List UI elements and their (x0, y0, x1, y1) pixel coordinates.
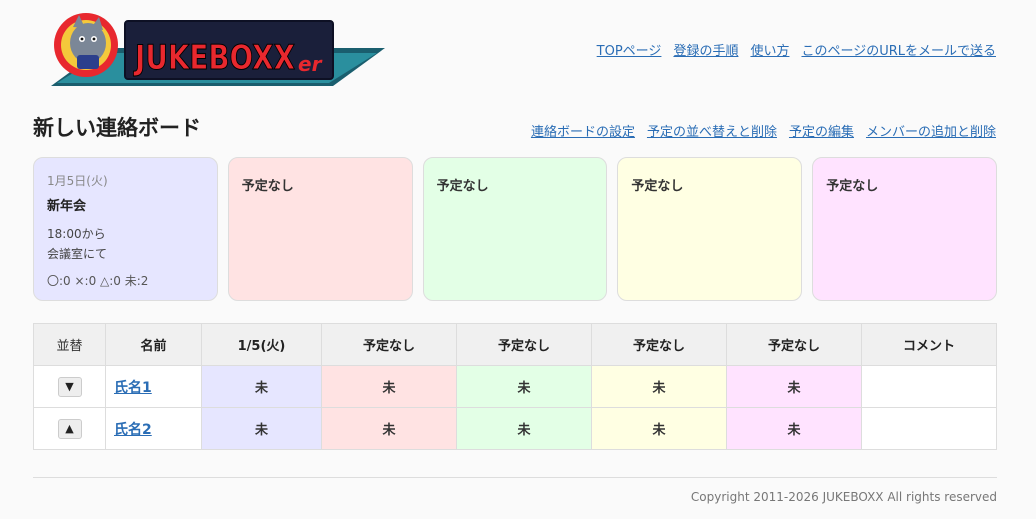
attendance-cell[interactable]: 未 (726, 407, 862, 450)
event-card-3[interactable]: 予定なし (422, 157, 608, 301)
event-detail: 18:00から 会議室にて (47, 224, 204, 264)
attendance-table: 並替 名前 1/5(火) 予定なし 予定なし 予定なし 予定なし コメント ▼ … (33, 323, 997, 450)
attendance-cell[interactable]: 未 (201, 407, 322, 450)
logo-text: JUKEBOXX (133, 38, 295, 78)
header-event-2: 予定なし (321, 323, 457, 366)
edit-events-link[interactable]: 予定の編集 (789, 121, 854, 140)
logo-suffix: er (298, 52, 323, 76)
copyright: Copyright 2011-2026 JUKEBOXX All rights … (690, 490, 997, 504)
attendance-cell[interactable]: 未 (201, 365, 322, 408)
attendance-cell[interactable]: 未 (456, 365, 592, 408)
header-event-4: 予定なし (591, 323, 727, 366)
comment-cell[interactable] (861, 407, 997, 450)
name-cell: 氏名2 (105, 407, 202, 450)
event-date: 1月5日(火) (47, 174, 108, 188)
nav-top-link[interactable]: TOPページ (597, 40, 662, 59)
event-card-5[interactable]: 予定なし (812, 157, 997, 301)
nav-how-to-use-link[interactable]: 使い方 (750, 40, 789, 59)
event-title: 新年会 (47, 199, 87, 214)
event-cards: 1月5日(火) 新年会 18:00から 会議室にて 〇:0 ×:0 △:0 未:… (33, 157, 997, 301)
table-row: ▼ 氏名1 未 未 未 未 未 (33, 365, 997, 408)
attendance-cell[interactable]: 未 (591, 365, 727, 408)
move-down-button[interactable]: ▼ (57, 376, 82, 397)
sort-cell: ▲ (33, 407, 106, 450)
nav-registration-steps-link[interactable]: 登録の手順 (673, 40, 738, 59)
no-event-label: 予定なし (826, 179, 879, 194)
header-event-3: 予定なし (456, 323, 592, 366)
jukeboxx-logo[interactable]: JUKEBOXX er (33, 13, 385, 89)
attendance-cell[interactable]: 未 (321, 407, 457, 450)
no-event-label: 予定なし (241, 179, 294, 194)
reorder-delete-events-link[interactable]: 予定の並べ替えと削除 (647, 121, 777, 140)
attendance-cell[interactable]: 未 (591, 407, 727, 450)
footer-divider (33, 477, 997, 478)
board-links: 連絡ボードの設定 予定の並べ替えと削除 予定の編集 メンバーの追加と削除 (531, 121, 996, 140)
member-name-link[interactable]: 氏名2 (114, 422, 152, 438)
event-tally: 〇:0 ×:0 △:0 未:2 (47, 274, 149, 288)
board-settings-link[interactable]: 連絡ボードの設定 (531, 121, 635, 140)
no-event-label: 予定なし (631, 179, 684, 194)
name-cell: 氏名1 (105, 365, 202, 408)
header-sort: 並替 (33, 323, 106, 366)
table-header-row: 並替 名前 1/5(火) 予定なし 予定なし 予定なし 予定なし コメント (33, 323, 997, 366)
comment-cell[interactable] (861, 365, 997, 408)
manage-members-link[interactable]: メンバーの追加と削除 (866, 121, 996, 140)
attendance-cell[interactable]: 未 (321, 365, 457, 408)
attendance-cell[interactable]: 未 (456, 407, 592, 450)
attendance-cell[interactable]: 未 (726, 365, 862, 408)
member-name-link[interactable]: 氏名1 (114, 380, 152, 396)
header-name: 名前 (105, 323, 202, 366)
header-event-5: 予定なし (726, 323, 862, 366)
board-header: 新しい連絡ボード 連絡ボードの設定 予定の並べ替えと削除 予定の編集 メンバーの… (33, 112, 996, 142)
page-title: 新しい連絡ボード (33, 116, 201, 140)
event-card-4[interactable]: 予定なし (617, 157, 803, 301)
table-row: ▲ 氏名2 未 未 未 未 未 (33, 407, 997, 450)
event-card-1[interactable]: 1月5日(火) 新年会 18:00から 会議室にて 〇:0 ×:0 △:0 未:… (33, 157, 218, 301)
header-comment: コメント (861, 323, 997, 366)
header-event-1: 1/5(火) (201, 323, 322, 366)
move-up-button[interactable]: ▲ (57, 418, 82, 439)
event-place: 会議室にて (47, 247, 108, 261)
nav-email-url-link[interactable]: このページのURLをメールで送る (801, 40, 996, 59)
no-event-label: 予定なし (436, 179, 489, 194)
event-card-2[interactable]: 予定なし (227, 157, 413, 301)
top-nav: TOPページ 登録の手順 使い方 このページのURLをメールで送る (597, 40, 996, 59)
sort-cell: ▼ (33, 365, 106, 408)
event-time: 18:00から (47, 227, 106, 241)
